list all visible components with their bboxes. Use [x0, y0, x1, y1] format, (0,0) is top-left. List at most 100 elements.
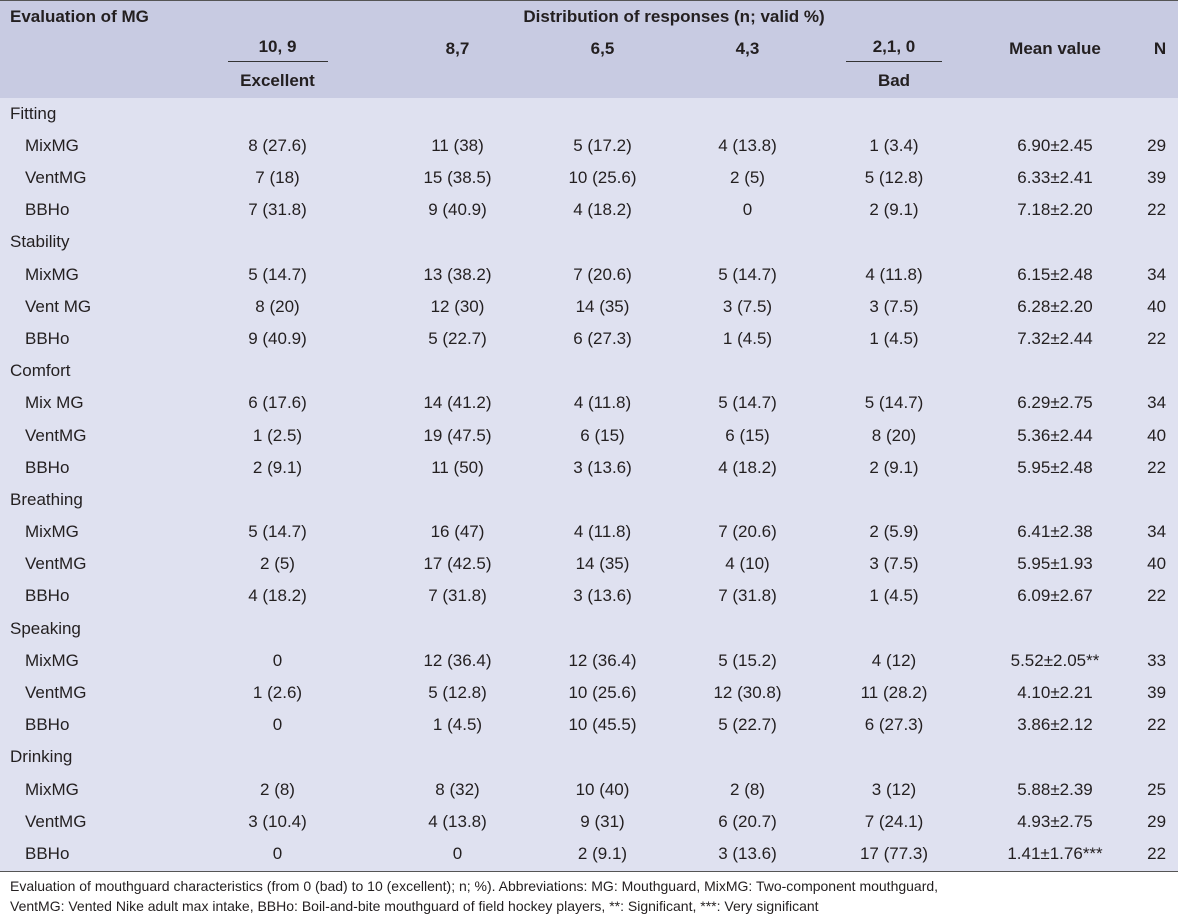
header-score-2-1-0-text: 2,1, 0 — [846, 37, 942, 62]
header-score-2-1-0: 2,1, 0 — [820, 33, 968, 66]
score-cell: 7 (20.6) — [718, 522, 777, 542]
score-cell: 4 (13.8) — [718, 135, 777, 155]
n-cell: 39 — [1147, 168, 1167, 188]
score-cell: 2 (5) — [260, 554, 295, 574]
header-n: N — [1142, 33, 1178, 66]
n-cell: 22 — [1147, 843, 1167, 863]
score-cell: 4 (18.2) — [248, 586, 307, 606]
score-cell: 17 (77.3) — [859, 843, 929, 863]
score-cell: 5 (14.7) — [248, 522, 307, 542]
score-cell: 4 (12) — [871, 650, 917, 670]
score-cell: 2 (5.9) — [869, 522, 919, 542]
section-title: Speaking — [10, 618, 81, 638]
score-cell: 4 (11.8) — [573, 522, 632, 542]
score-cell: 17 (42.5) — [423, 554, 492, 574]
score-cell: 12 (36.4) — [423, 650, 492, 670]
score-cell: 10 (40) — [575, 779, 630, 799]
score-cell: 4 (10) — [725, 554, 770, 574]
score-cell: 5 (12.8) — [864, 168, 924, 188]
score-cell: 7 (24.1) — [864, 811, 924, 831]
results-table-panel: Evaluation of MG Distribution of respons… — [0, 0, 1178, 872]
mean-cell: 6.15±2.48 — [1017, 264, 1093, 284]
score-cell: 3 (12) — [871, 779, 917, 799]
score-cell: 10 (45.5) — [568, 715, 637, 735]
score-cell: 2 (9.1) — [252, 457, 303, 477]
row-label: VentMG — [25, 811, 87, 831]
row-label: MixMG — [25, 650, 79, 670]
score-cell: 4 (18.2) — [718, 457, 777, 477]
mean-cell: 6.29±2.75 — [1017, 393, 1093, 413]
table-row: VentMG 1 (2.6) 5 (12.8) 10 (25.6) 12 (30.8) 1… — [0, 677, 1178, 709]
header-blank-4 — [530, 65, 675, 98]
header-distribution: Distribution of responses (n; valid %) — [170, 1, 1178, 34]
score-cell: 6 (15) — [580, 425, 625, 445]
header-blank-7 — [1142, 65, 1178, 98]
score-cell: 14 (41.2) — [423, 393, 492, 413]
score-cell: 7 (20.6) — [573, 264, 632, 284]
header-blank — [0, 33, 170, 66]
score-cell: 6 (27.3) — [864, 715, 924, 735]
section-title: Fitting — [10, 103, 57, 123]
table-header: Evaluation of MG Distribution of respons… — [0, 1, 1178, 98]
score-cell: 10 (25.6) — [568, 683, 637, 703]
n-cell: 34 — [1147, 264, 1167, 284]
score-cell: 3 (10.4) — [248, 811, 307, 831]
score-cell: 2 (8) — [730, 779, 765, 799]
header-bad: Bad — [820, 65, 968, 98]
n-cell: 22 — [1147, 200, 1167, 220]
results-table: Evaluation of MG Distribution of respons… — [0, 1, 1178, 870]
table-row: Vent MG 8 (20) 12 (30) 14 (35) 3 (7.5) 3 (7.5… — [0, 291, 1178, 323]
score-cell: 7 (31.8) — [248, 200, 307, 220]
table-row: VentMG 1 (2.5) 19 (47.5) 6 (15) 6 (15) 8 (20)… — [0, 419, 1178, 451]
score-cell: 7 (18) — [255, 168, 300, 188]
score-cell: 2 (9.1) — [869, 457, 919, 477]
row-label: Mix MG — [25, 393, 84, 413]
score-cell: 2 (9.1) — [869, 200, 919, 220]
score-cell: 11 (50) — [431, 457, 484, 477]
score-cell: 5 (14.7) — [718, 393, 777, 413]
header-row-3: Excellent Bad — [0, 65, 1178, 98]
score-cell: 1 (4.5) — [722, 328, 773, 348]
score-cell: 1 (3.4) — [869, 135, 919, 155]
mean-cell: 7.32±2.44 — [1017, 328, 1093, 348]
score-cell: 14 (35) — [575, 554, 630, 574]
score-cell: 1 (2.6) — [252, 683, 303, 703]
mean-cell: 6.09±2.67 — [1017, 586, 1093, 606]
section-row: Drinking — [0, 741, 1178, 773]
table-row: BBHo 0 1 (4.5) 10 (45.5) 5 (22.7) 6 (27.3) 3.8… — [0, 709, 1178, 741]
score-cell: 9 (31) — [580, 811, 625, 831]
score-cell: 6 (27.3) — [573, 328, 632, 348]
mean-cell: 5.36±2.44 — [1017, 425, 1093, 445]
row-label: VentMG — [25, 683, 87, 703]
table-row: BBHo 4 (18.2) 7 (31.8) 3 (13.6) 7 (31.8) 1 (4… — [0, 580, 1178, 612]
footnote-line-1: Evaluation of mouthguard characteristics… — [10, 878, 939, 894]
score-cell: 5 (14.7) — [248, 264, 307, 284]
section-title: Stability — [10, 232, 70, 252]
score-cell: 10 (25.6) — [568, 168, 637, 188]
header-score-10-9: 10, 9 — [170, 33, 385, 66]
header-row-1: Evaluation of MG Distribution of respons… — [0, 1, 1178, 34]
row-label: BBHo — [25, 715, 70, 735]
mean-cell: 6.33±2.41 — [1017, 168, 1093, 188]
table-body: Fitting MixMG 8 (27.6) 11 (38) 5 (17.2) 4 (13… — [0, 98, 1178, 871]
section-row: Speaking — [0, 613, 1178, 645]
score-cell: 6 (20.7) — [718, 811, 777, 831]
table-row: MixMG 5 (14.7) 16 (47) 4 (11.8) 7 (20.6) 2 (5… — [0, 516, 1178, 548]
table-row: VentMG 3 (10.4) 4 (13.8) 9 (31) 6 (20.7) 7 (2… — [0, 806, 1178, 838]
score-cell: 12 (30.8) — [713, 683, 782, 703]
score-cell: 6 (17.6) — [248, 393, 307, 413]
score-cell: 1 (2.5) — [252, 425, 303, 445]
n-cell: 40 — [1147, 554, 1167, 574]
row-label: MixMG — [25, 135, 79, 155]
section-row: Breathing — [0, 484, 1178, 516]
section-row: Stability — [0, 226, 1178, 258]
header-mean: Mean value — [968, 33, 1142, 66]
score-cell: 3 (7.5) — [722, 296, 773, 316]
header-excellent: Excellent — [170, 65, 385, 98]
n-cell: 29 — [1147, 135, 1167, 155]
header-score-4-3: 4,3 — [675, 33, 820, 66]
n-cell: 34 — [1147, 522, 1167, 542]
score-cell: 5 (17.2) — [573, 135, 632, 155]
header-blank-5 — [675, 65, 820, 98]
footnote-line-2: VentMG: Vented Nike adult max intake, BB… — [10, 898, 819, 914]
